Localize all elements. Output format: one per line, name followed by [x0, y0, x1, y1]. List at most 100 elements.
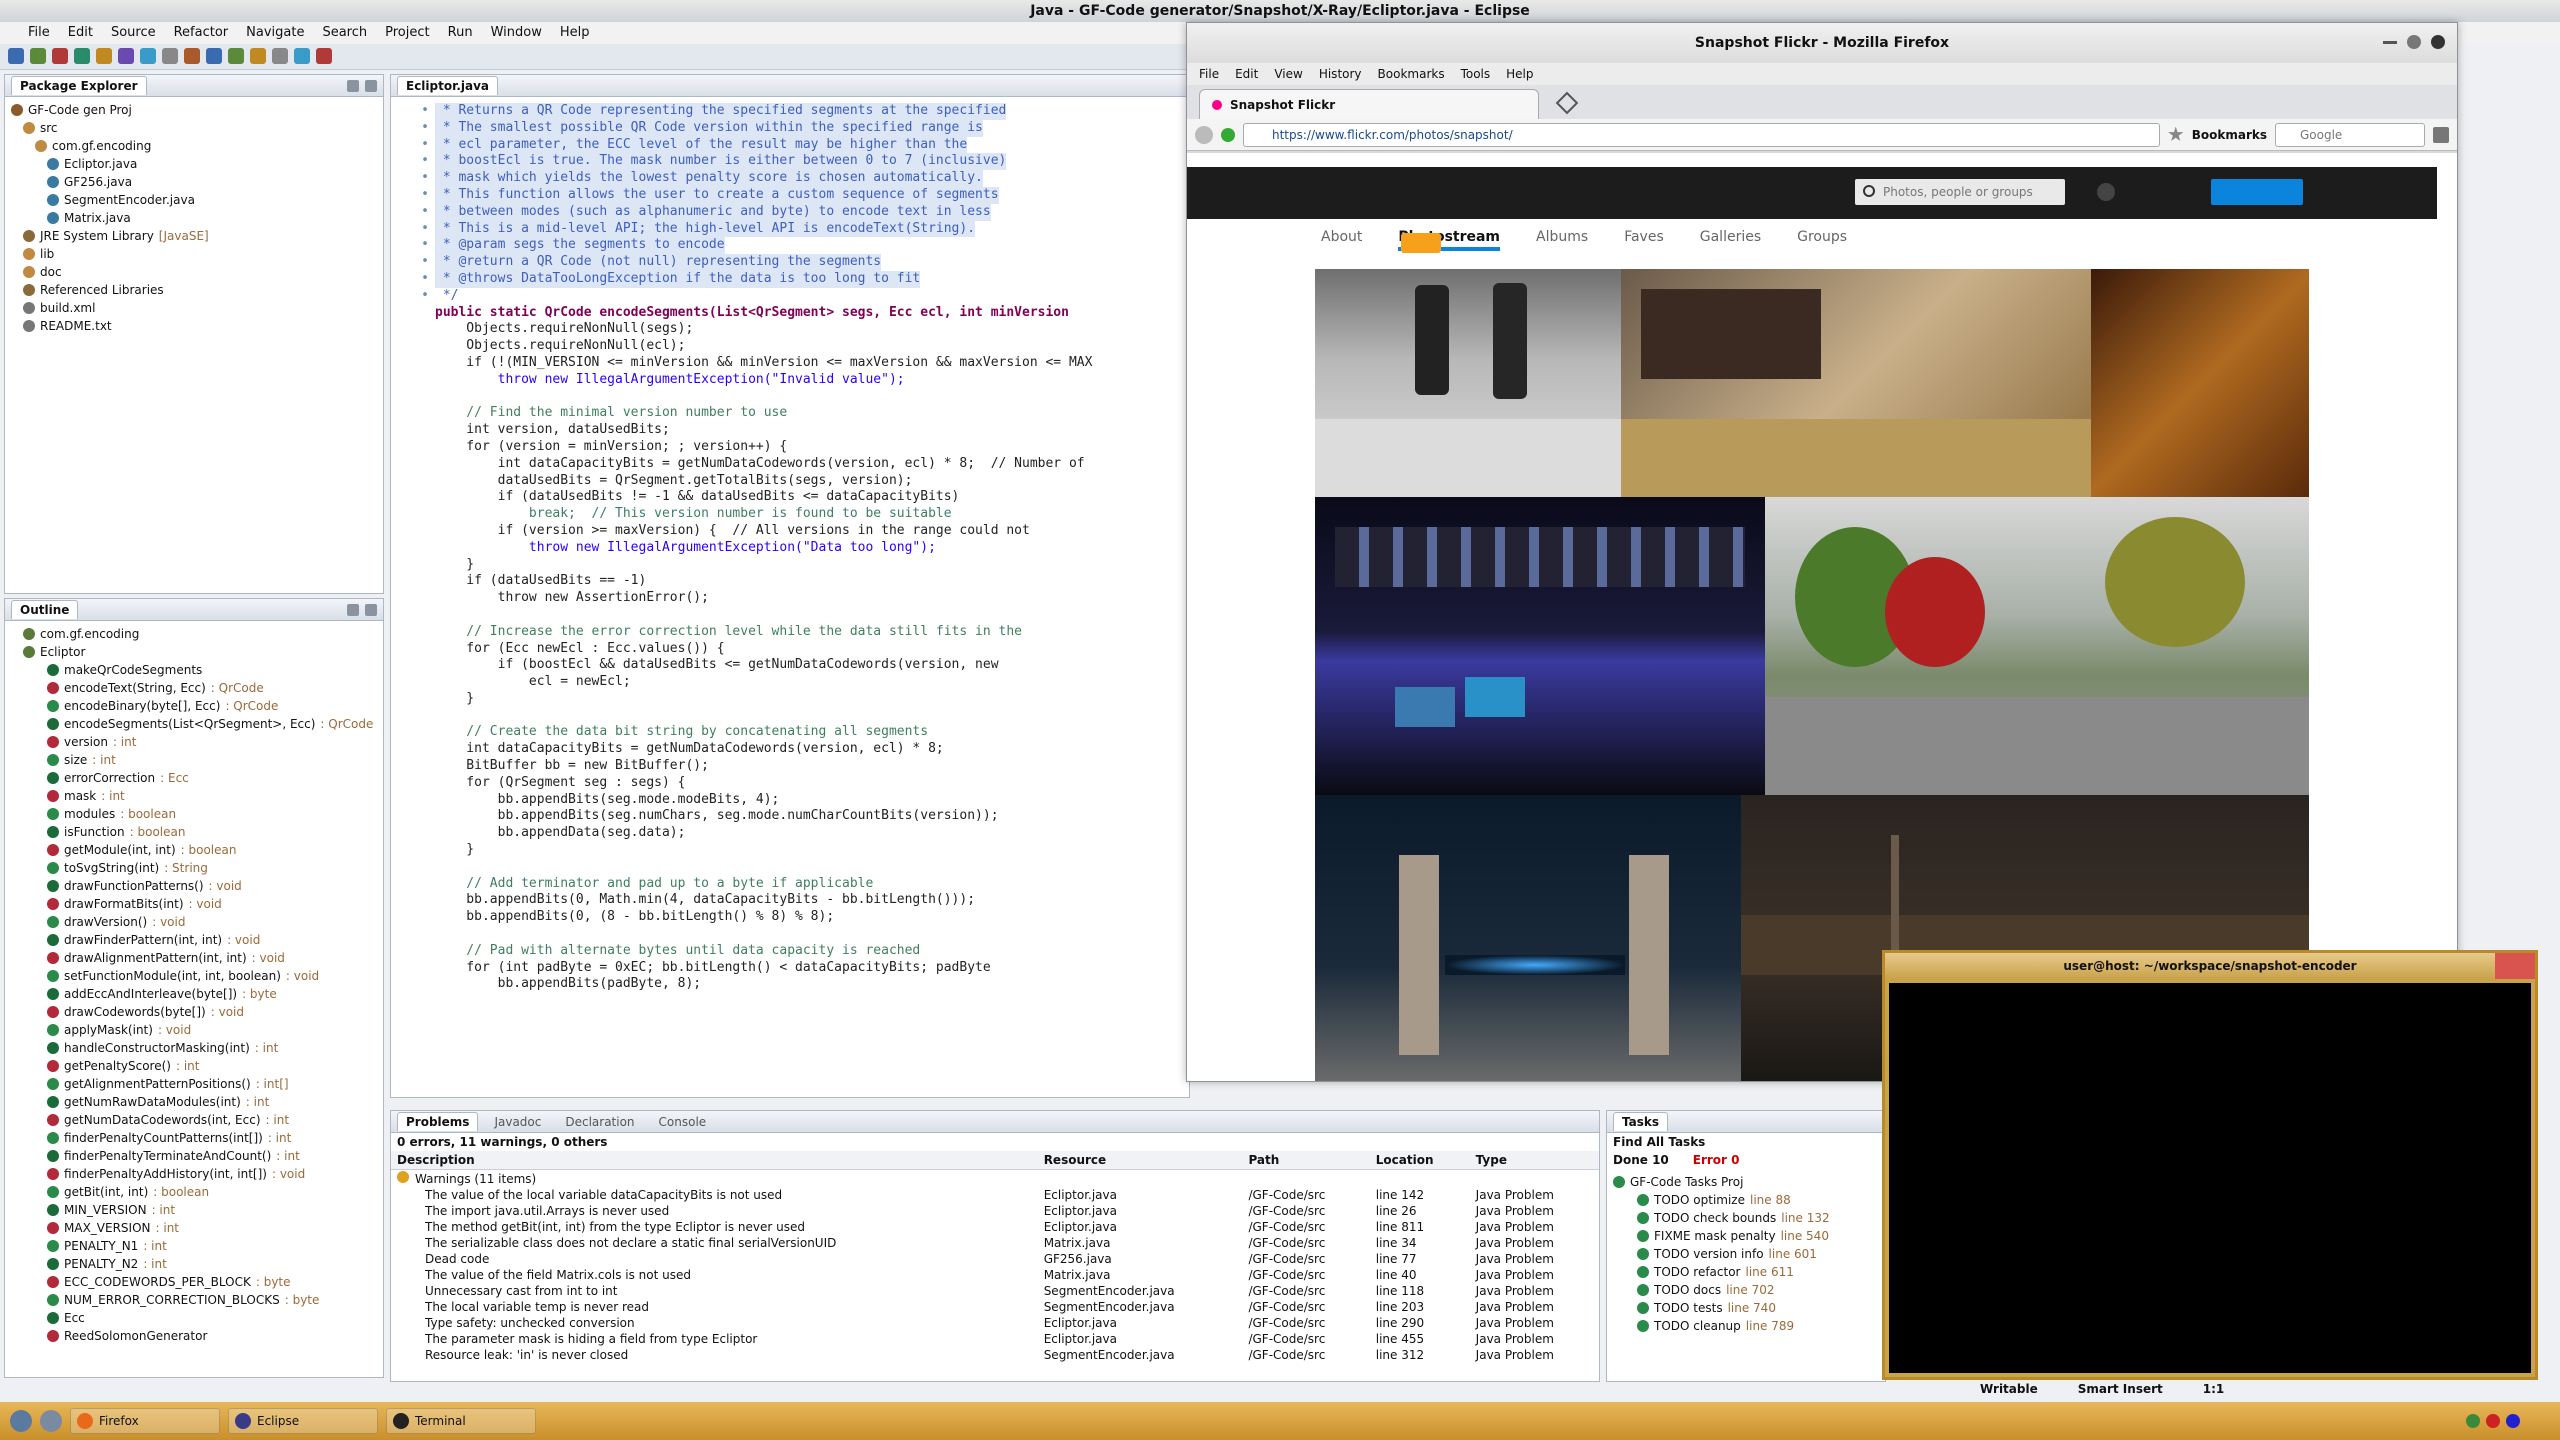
tree-item[interactable]: encodeSegments(List<QrSegment>, Ecc): Qr…	[11, 715, 377, 733]
tree-item[interactable]: Referenced Libraries	[11, 281, 377, 299]
menu-item-navigate[interactable]: Navigate	[246, 22, 304, 44]
tree-item[interactable]: README.txt	[11, 317, 377, 335]
tree-item[interactable]: lib	[11, 245, 377, 263]
tree-item[interactable]: drawFormatBits(int): void	[11, 895, 377, 913]
menu-item-run[interactable]: Run	[448, 22, 473, 44]
tree-item[interactable]: drawFinderPattern(int, int): void	[11, 931, 377, 949]
column-header[interactable]: Resource	[1037, 1151, 1243, 1170]
tree-item[interactable]: drawFunctionPatterns(): void	[11, 877, 377, 895]
tree-item[interactable]: Matrix.java	[11, 209, 377, 227]
firefox-tab[interactable]: Snapshot Flickr	[1199, 89, 1539, 119]
flickr-nav-about[interactable]: About	[1321, 229, 1362, 251]
toolbar-icon[interactable]	[162, 48, 178, 64]
tree-item[interactable]: ReedSolomonGenerator	[11, 1327, 377, 1345]
tree-item[interactable]: NUM_ERROR_CORRECTION_BLOCKS: byte	[11, 1291, 377, 1309]
menu-item-help[interactable]: Help	[560, 22, 590, 44]
tab-package-explorer[interactable]: Package Explorer	[11, 76, 147, 95]
table-row[interactable]: Dead code GF256.java/GF-Code/src line 77 Ja…	[391, 1251, 1599, 1267]
firefox-menu-help[interactable]: Help	[1506, 63, 1533, 85]
tree-item[interactable]: size: int	[11, 751, 377, 769]
column-header[interactable]: Type	[1469, 1151, 1599, 1170]
menu-item-search[interactable]: Search	[322, 22, 367, 44]
toolbar-icon[interactable]	[52, 48, 68, 64]
notification-icon[interactable]	[2486, 1414, 2500, 1428]
tree-item[interactable]: errorCorrection: Ecc	[11, 769, 377, 787]
tab-tasks[interactable]: Tasks	[1613, 1112, 1669, 1131]
table-row[interactable]: Type safety: unchecked conversion Eclipto…	[391, 1315, 1599, 1331]
maximize-icon[interactable]	[2407, 35, 2421, 49]
toolbar-icon[interactable]	[8, 48, 24, 64]
problems-group-row[interactable]: Warnings (11 items)	[391, 1170, 1599, 1188]
tree-item[interactable]: applyMask(int): void	[11, 1021, 377, 1039]
tree-item[interactable]: drawCodewords(byte[]): void	[11, 1003, 377, 1021]
reload-icon[interactable]	[1221, 127, 1235, 142]
table-row[interactable]: The value of the field Matrix.cols is no…	[391, 1267, 1599, 1283]
tree-item[interactable]: MAX_VERSION: int	[11, 1219, 377, 1237]
tree-item[interactable]: mask: int	[11, 787, 377, 805]
toolbar-icon[interactable]	[74, 48, 90, 64]
tab-editor-file[interactable]: Ecliptor.java	[397, 76, 499, 95]
desktop-icon[interactable]	[40, 1410, 62, 1432]
maximize-icon[interactable]	[365, 603, 377, 616]
menu-icon[interactable]	[2433, 126, 2449, 143]
firefox-menu-file[interactable]: File	[1199, 63, 1219, 85]
tree-item[interactable]: build.xml	[11, 299, 377, 317]
tree-item[interactable]: finderPenaltyTerminateAndCount(): int	[11, 1147, 377, 1165]
firefox-menu-edit[interactable]: Edit	[1235, 63, 1258, 85]
volume-icon[interactable]	[2506, 1414, 2520, 1428]
tab-outline[interactable]: Outline	[11, 600, 79, 619]
maximize-icon[interactable]	[365, 79, 377, 92]
firefox-menu-bookmarks[interactable]: Bookmarks	[1378, 63, 1445, 85]
table-row[interactable]: Unnecessary cast from int to int SegmentE…	[391, 1283, 1599, 1299]
tree-item[interactable]: makeQrCodeSegments	[11, 661, 377, 679]
photo-tile[interactable]	[1621, 269, 2091, 497]
tree-item[interactable]: JRE System Library [JavaSE]	[11, 227, 377, 245]
table-row[interactable]: The local variable temp is never read Seg…	[391, 1299, 1599, 1315]
close-icon[interactable]	[2431, 35, 2445, 49]
photo-tile[interactable]	[1765, 497, 2309, 795]
tab-declaration[interactable]: Declaration	[557, 1113, 642, 1131]
firefox-menu-history[interactable]: History	[1319, 63, 1362, 85]
tree-item[interactable]: handleConstructorMasking(int): int	[11, 1039, 377, 1057]
flickr-nav-faves[interactable]: Faves	[1624, 229, 1664, 251]
table-row[interactable]: Resource leak: 'in' is never closed Segme…	[391, 1347, 1599, 1363]
tree-item[interactable]: finderPenaltyCountPatterns(int[]): int	[11, 1129, 377, 1147]
firefox-menu-view[interactable]: View	[1274, 63, 1302, 85]
tree-item[interactable]: com.gf.encoding	[11, 625, 377, 643]
table-row[interactable]: The parameter mask is hiding a field fro…	[391, 1331, 1599, 1347]
minimize-icon[interactable]	[2383, 41, 2397, 44]
menu-item-file[interactable]: File	[28, 22, 50, 44]
menu-item-refactor[interactable]: Refactor	[174, 22, 229, 44]
toolbar-icon[interactable]	[184, 48, 200, 64]
toolbar-icon[interactable]	[316, 48, 332, 64]
tree-item[interactable]: PENALTY_N2: int	[11, 1255, 377, 1273]
minimize-icon[interactable]	[347, 79, 359, 92]
tree-item[interactable]: TODO docs line 702	[1613, 1281, 1879, 1299]
toolbar-icon[interactable]	[228, 48, 244, 64]
tree-item[interactable]: TODO cleanup line 789	[1613, 1317, 1879, 1335]
tree-item[interactable]: TODO check bounds line 132	[1613, 1209, 1879, 1227]
toolbar-icon[interactable]	[30, 48, 46, 64]
toolbar-icon[interactable]	[140, 48, 156, 64]
toolbar-icon[interactable]	[272, 48, 288, 64]
tree-item[interactable]: TODO tests line 740	[1613, 1299, 1879, 1317]
tree-item[interactable]: getAlignmentPatternPositions(): int[]	[11, 1075, 377, 1093]
taskbar-item-firefox[interactable]: Firefox	[70, 1408, 220, 1434]
start-menu-icon[interactable]	[10, 1410, 32, 1432]
toolbar-icon[interactable]	[250, 48, 266, 64]
tasks-root[interactable]: GF-Code Tasks Proj	[1613, 1173, 1879, 1191]
table-row[interactable]: The method getBit(int, int) from the typ…	[391, 1219, 1599, 1235]
tree-item[interactable]: Ecliptor	[11, 643, 377, 661]
tree-item[interactable]: getModule(int, int): boolean	[11, 841, 377, 859]
tab-javadoc[interactable]: Javadoc	[486, 1113, 549, 1131]
tree-item[interactable]: GF256.java	[11, 173, 377, 191]
close-button[interactable]	[2495, 953, 2535, 979]
column-header[interactable]: Location	[1369, 1151, 1470, 1170]
tree-item[interactable]: Ecc	[11, 1309, 377, 1327]
tree-item[interactable]: src	[11, 119, 377, 137]
tree-item[interactable]: ECC_CODEWORDS_PER_BLOCK: byte	[11, 1273, 377, 1291]
tree-item[interactable]: com.gf.encoding	[11, 137, 377, 155]
menu-item-source[interactable]: Source	[111, 22, 156, 44]
bookmarks-button[interactable]: Bookmarks	[2192, 128, 2267, 142]
taskbar-item-terminal[interactable]: Terminal	[386, 1408, 536, 1434]
